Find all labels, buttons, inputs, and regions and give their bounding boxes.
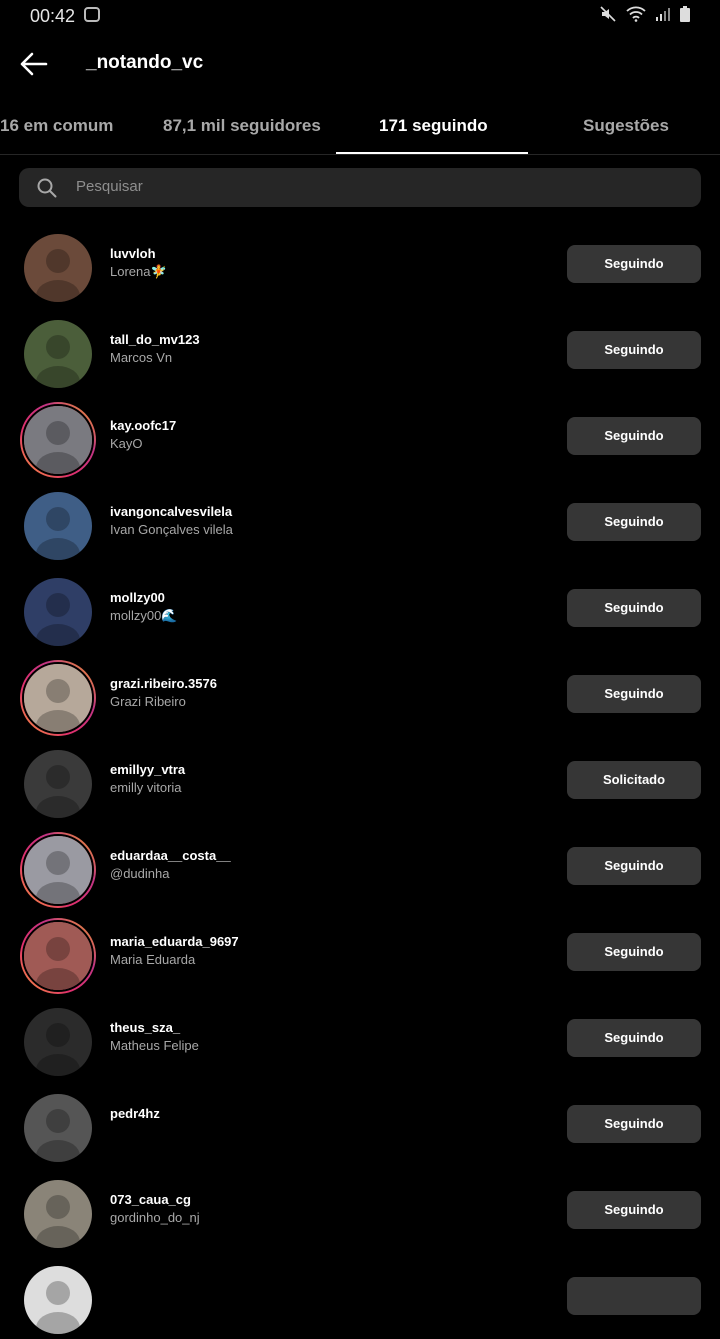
avatar-container[interactable]	[20, 1176, 96, 1252]
following-button[interactable]: Seguindo	[567, 417, 701, 455]
avatar-container[interactable]	[20, 1090, 96, 1166]
username[interactable]: pedr4hz	[110, 1106, 160, 1121]
following-button[interactable]: Seguindo	[567, 245, 701, 283]
story-ring[interactable]	[20, 832, 96, 908]
search-input[interactable]: Pesquisar	[19, 168, 701, 207]
list-item[interactable]: mollzy00 mollzy00🌊 Seguindo	[0, 565, 720, 651]
list-item[interactable]: emillyy_vtraemilly vitoria Solicitado	[0, 737, 720, 823]
username[interactable]: mollzy00	[110, 590, 165, 605]
list-item[interactable]	[0, 1253, 720, 1339]
list-item[interactable]: luvvloh Lorena🧚 Seguindo	[0, 221, 720, 307]
status-time: 00:42	[30, 6, 76, 26]
following-button[interactable]: Seguindo	[567, 331, 701, 369]
status-bar: 00:42	[0, 0, 720, 32]
following-button[interactable]: Seguindo	[567, 589, 701, 627]
battery-icon	[680, 6, 690, 22]
avatar	[22, 404, 94, 476]
avatar-container[interactable]	[20, 488, 96, 564]
list-item[interactable]: kay.oofc17 KayO Seguindo	[0, 393, 720, 479]
list-item[interactable]: tall_do_mv123 Marcos Vn Seguindo	[0, 307, 720, 393]
username[interactable]: maria_eduarda_9697	[110, 934, 239, 949]
avatar-container[interactable]	[20, 316, 96, 392]
username[interactable]: theus_sza_	[110, 1020, 180, 1035]
avatar-container[interactable]	[20, 746, 96, 822]
following-button[interactable]: Seguindo	[567, 933, 701, 971]
full-name: mollzy00🌊	[110, 608, 178, 623]
full-name: gordinho_do_nj	[110, 1210, 200, 1225]
avatar	[24, 578, 92, 646]
following-button[interactable]: Seguindo	[567, 847, 701, 885]
username[interactable]: grazi.ribeiro.3576	[110, 676, 217, 691]
tab-suggestions[interactable]: Sugestões	[583, 116, 669, 136]
following-button[interactable]: Seguindo	[567, 503, 701, 541]
status-icons	[600, 6, 690, 22]
list-item[interactable]: theus_sza_ Matheus Felipe Seguindo	[0, 995, 720, 1081]
username[interactable]: luvvloh	[110, 246, 156, 261]
username[interactable]: eduardaa__costa__	[110, 848, 231, 863]
header: _notando_vc	[0, 32, 720, 96]
list-item[interactable]: pedr4hz Seguindo	[0, 1081, 720, 1167]
full-name: Marcos Vn	[110, 350, 173, 365]
back-arrow-icon[interactable]	[18, 50, 50, 78]
search-placeholder: Pesquisar	[76, 178, 143, 195]
full-name: Lorena🧚	[110, 264, 167, 279]
avatar	[24, 492, 92, 560]
full-name: @dudinha	[110, 866, 170, 881]
avatar	[22, 920, 94, 992]
avatar-container[interactable]	[20, 1004, 96, 1080]
avatar	[24, 1266, 92, 1334]
avatar	[24, 1094, 92, 1162]
full-name: Ivan Gonçalves vilela	[110, 522, 233, 537]
avatar	[22, 662, 94, 734]
tab-bar: 16 em comum 87,1 mil seguidores 171 segu…	[0, 96, 720, 155]
active-tab-indicator	[336, 152, 528, 154]
search-icon	[37, 178, 57, 198]
avatar	[24, 1008, 92, 1076]
following-button[interactable]: Seguindo	[567, 1105, 701, 1143]
full-name: Grazi Ribeiro	[110, 694, 186, 709]
story-ring[interactable]	[20, 402, 96, 478]
following-button[interactable]: Seguindo	[567, 1191, 701, 1229]
full-name: emilly vitoria	[110, 780, 182, 795]
full-name: Matheus Felipe	[110, 1038, 199, 1053]
username[interactable]: ivangoncalvesvilela	[110, 504, 232, 519]
wifi-icon	[626, 6, 646, 22]
following-button[interactable]: Seguindo	[567, 1019, 701, 1057]
tab-following[interactable]: 171 seguindo	[379, 116, 488, 136]
list-item[interactable]: 073_caua_cg gordinho_do_nj Seguindo	[0, 1167, 720, 1253]
notification-app-icon	[84, 7, 100, 22]
tab-mutual[interactable]: 16 em comum	[0, 116, 113, 136]
username[interactable]: tall_do_mv123	[110, 332, 200, 347]
profile-title: _notando_vc	[86, 52, 204, 73]
following-button[interactable]: Seguindo	[567, 675, 701, 713]
avatar-container[interactable]	[20, 574, 96, 650]
requested-button[interactable]: Solicitado	[567, 761, 701, 799]
list-item[interactable]: grazi.ribeiro.3576 Grazi Ribeiro Seguindo	[0, 651, 720, 737]
signal-icon	[656, 8, 670, 21]
avatar	[24, 750, 92, 818]
following-button[interactable]	[567, 1277, 701, 1315]
story-ring[interactable]	[20, 918, 96, 994]
mute-icon	[600, 6, 616, 22]
list-item[interactable]: ivangoncalvesvilela Ivan Gonçalves vilela…	[0, 479, 720, 565]
username[interactable]: kay.oofc17	[110, 418, 176, 433]
tab-followers[interactable]: 87,1 mil seguidores	[163, 116, 321, 136]
full-name: KayO	[110, 436, 143, 451]
list-item[interactable]: eduardaa__costa__ @dudinha Seguindo	[0, 823, 720, 909]
username[interactable]: 073_caua_cg	[110, 1192, 191, 1207]
avatar-container[interactable]	[20, 1262, 96, 1338]
username[interactable]: emillyy_vtra	[110, 762, 185, 777]
avatar-container[interactable]	[20, 230, 96, 306]
story-ring[interactable]	[20, 660, 96, 736]
avatar	[22, 834, 94, 906]
full-name: Maria Eduarda	[110, 952, 196, 967]
list-item[interactable]: maria_eduarda_9697 Maria Eduarda Seguindo	[0, 909, 720, 995]
avatar	[24, 1180, 92, 1248]
avatar	[24, 320, 92, 388]
avatar	[24, 234, 92, 302]
